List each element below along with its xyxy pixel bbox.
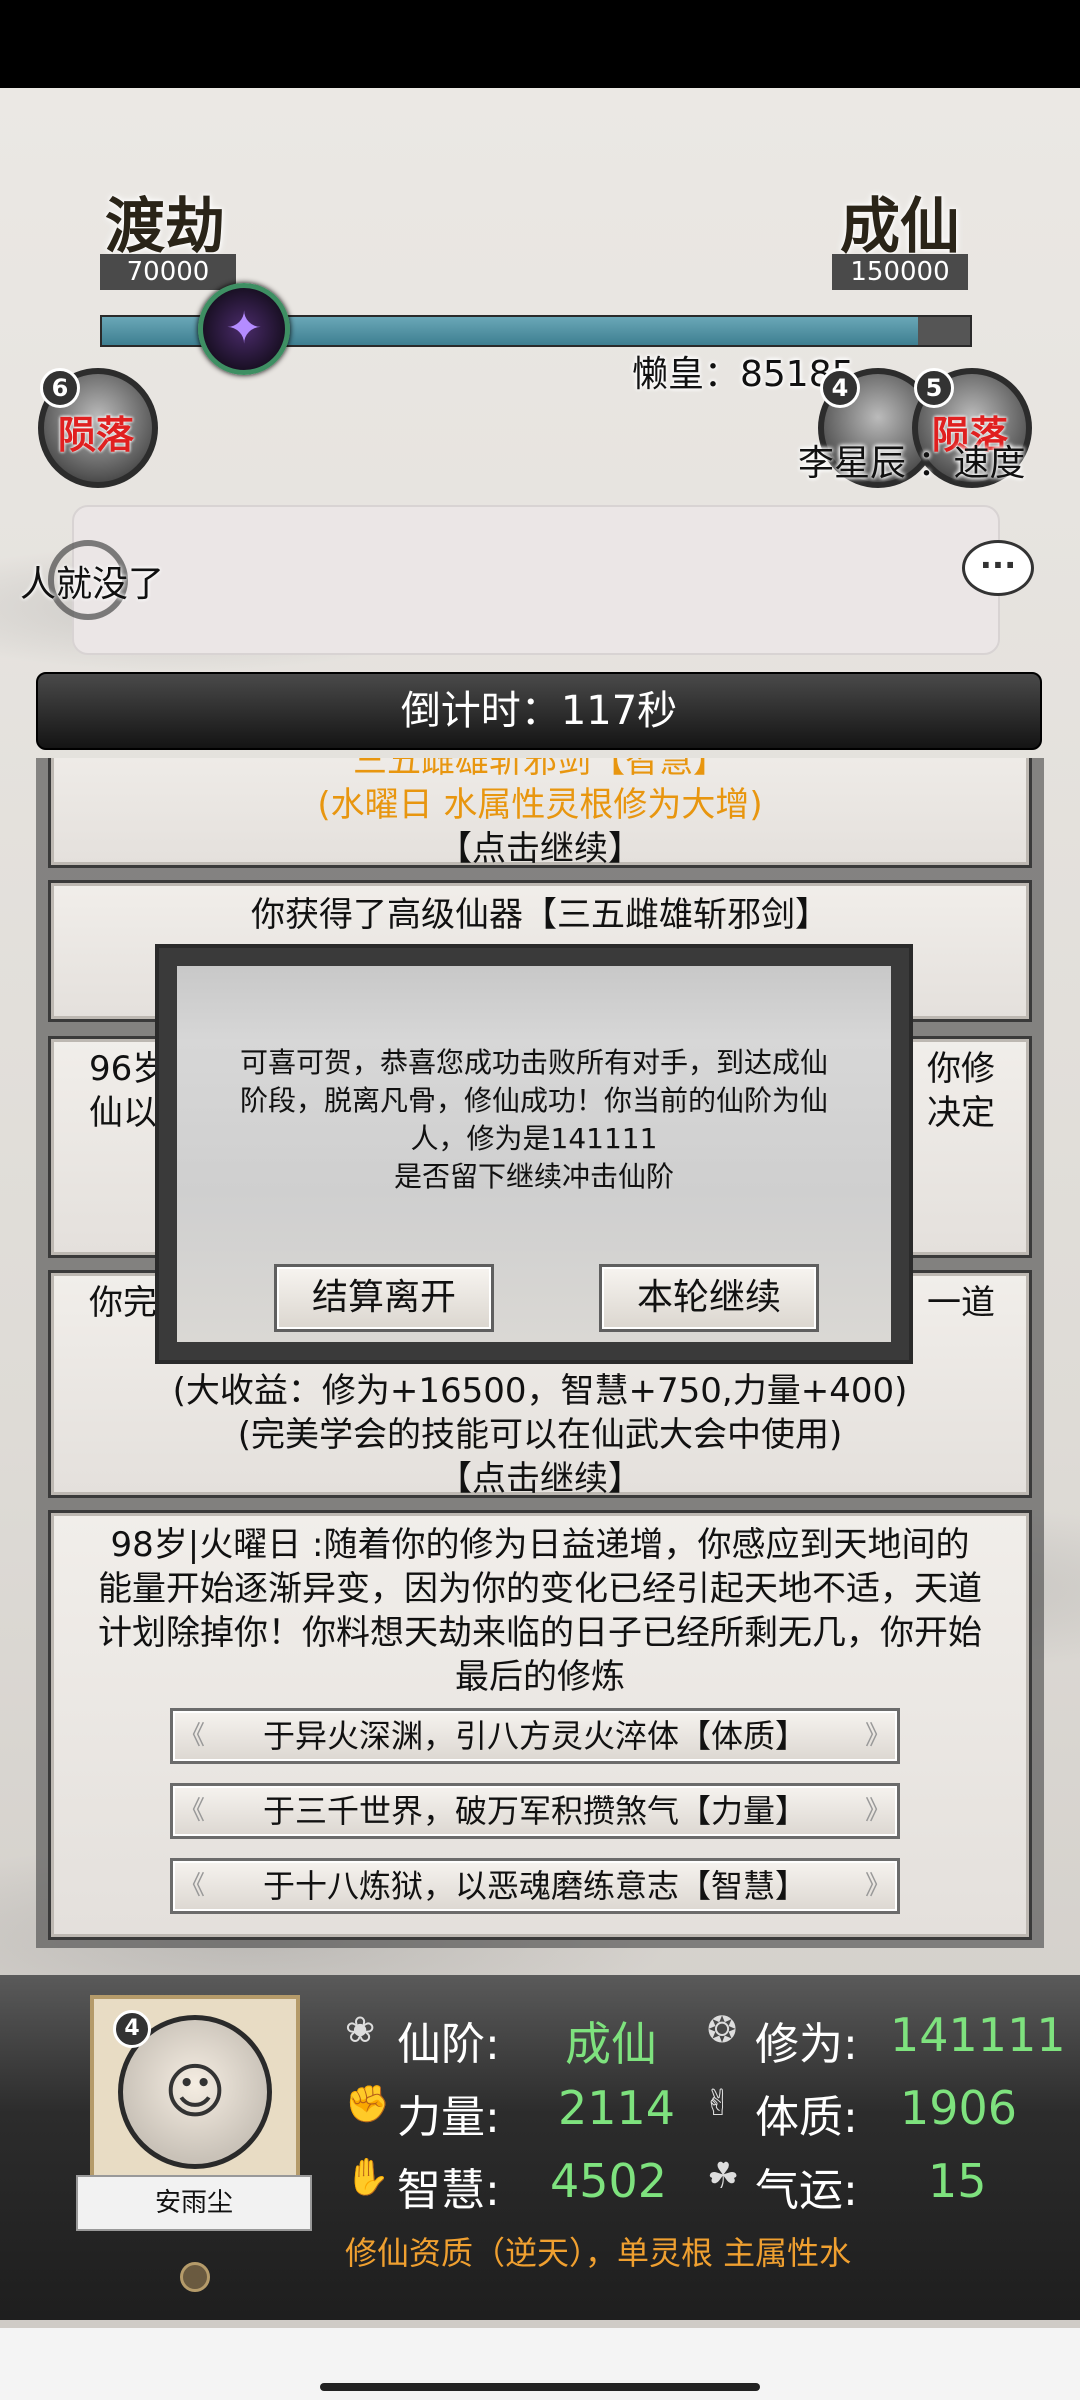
body-icon: ✌ [703, 2083, 734, 2124]
left-stage-title: 渡劫 [105, 192, 225, 262]
event-description: 98岁|火曜日 :随着你的修为日益递增，你感应到天地间的能量开始逐渐异变，因为你… [98, 1525, 982, 1697]
continue-link[interactable]: 【点击继续】 [51, 1457, 1029, 1501]
stat-value-cultivation: 141111 [890, 2008, 1066, 2062]
stat-value-wisdom: 4502 [550, 2154, 668, 2208]
continue-round-button[interactable]: 本轮继续 [599, 1264, 819, 1332]
right-stage-title: 成仙 [840, 192, 960, 262]
clover-icon: ☘ [707, 2156, 740, 2197]
rank-badge: 4 [113, 2010, 151, 2048]
rank-badge: 4 [820, 368, 860, 408]
frame-pin [180, 2262, 210, 2292]
lotus-icon: ❀ [345, 2010, 376, 2051]
aptitude-text: 修仙资质（逆天），单灵根 主属性水 [345, 2234, 852, 2272]
event-note-line: (完美学会的技能可以在仙武大会中使用) [237, 1415, 843, 1455]
event-line: 三五雌雄斩邪剑【智慧】 [353, 758, 727, 781]
fist-icon: ✊ [345, 2084, 390, 2125]
character-name: 安雨尘 [76, 2175, 312, 2231]
choice-button-constitution[interactable]: 于异火深渊，引八方灵火淬体【体质】 [170, 1708, 900, 1764]
flame-icon: ✦ [225, 303, 263, 354]
success-dialog: 可喜可贺，恭喜您成功击败所有对手，到达成仙阶段，脱离凡骨，修仙成功！你当前的仙阶… [155, 944, 913, 1364]
hand-icon: ✋ [345, 2157, 390, 2198]
event-fragment: 决定 [927, 1093, 995, 1133]
chat-bubble-icon[interactable]: ··· [962, 540, 1034, 596]
stat-label-wisdom: 智慧: [397, 2165, 500, 2216]
event-fragment: 一道 [927, 1283, 995, 1323]
status-bar [0, 0, 1080, 88]
home-gesture-handle[interactable] [320, 2383, 760, 2391]
stat-value-constitution: 1906 [900, 2081, 1018, 2135]
choice-button-strength[interactable]: 于三千世界，破万军积攒煞气【力量】 [170, 1783, 900, 1839]
event-reward-line: (大收益：修为+16500，智慧+750,力量+400) [172, 1371, 908, 1411]
left-stage-value: 70000 [100, 254, 236, 290]
choice-button-wisdom[interactable]: 于十八炼狱，以恶魂磨练意志【智慧】 [170, 1858, 900, 1914]
stat-label-constitution: 体质: [755, 2092, 858, 2143]
continue-link[interactable]: 【点击继续】 [51, 827, 1029, 871]
event-fragment: 仙以 [89, 1093, 157, 1133]
stat-label-strength: 力量: [397, 2092, 500, 2143]
countdown-value: 117秒 [560, 688, 678, 734]
rank-badge: 5 [914, 368, 954, 408]
countdown-bar: 倒计时：117秒 [36, 672, 1042, 750]
countdown-label: 倒计时： [400, 688, 561, 734]
event-bonus-line: (水曜日 水属性灵根修为大增) [317, 785, 763, 825]
chat-box[interactable] [72, 505, 1000, 655]
event-fragment: 你完 [89, 1283, 157, 1323]
chat-message: 人就没了 [20, 564, 165, 605]
event-fragment: 你修 [927, 1049, 995, 1089]
stat-value-rank: 成仙 [565, 2017, 657, 2071]
dialog-message: 可喜可贺，恭喜您成功击败所有对手，到达成仙阶段，脱离凡骨，修仙成功！你当前的仙阶… [239, 1046, 828, 1193]
opponent-badge-left[interactable]: 6 陨落 [38, 368, 158, 488]
right-stage-value: 150000 [832, 254, 968, 290]
stat-label-cultivation: 修为: [755, 2019, 858, 2070]
stat-label-rank: 仙阶: [397, 2019, 500, 2070]
player-progress-marker: ✦ [198, 283, 290, 375]
event-card[interactable]: 三五雌雄斩邪剑【智慧】 (水曜日 水属性灵根修为大增) 【点击继续】 [48, 758, 1032, 871]
rank-badge: 6 [40, 368, 80, 408]
stat-value-strength: 2114 [558, 2081, 676, 2135]
fallen-status: 陨落 [58, 413, 135, 457]
stat-value-luck: 15 [928, 2154, 987, 2208]
opponent-name-label: 李星辰 ：速度 [798, 443, 1026, 484]
settle-leave-button[interactable]: 结算离开 [274, 1264, 494, 1332]
stat-label-luck: 气运: [755, 2165, 858, 2216]
event-line: 你获得了高级仙器【三五雌雄斩邪剑】 [251, 895, 829, 935]
swirl-icon: ❂ [707, 2010, 738, 2051]
